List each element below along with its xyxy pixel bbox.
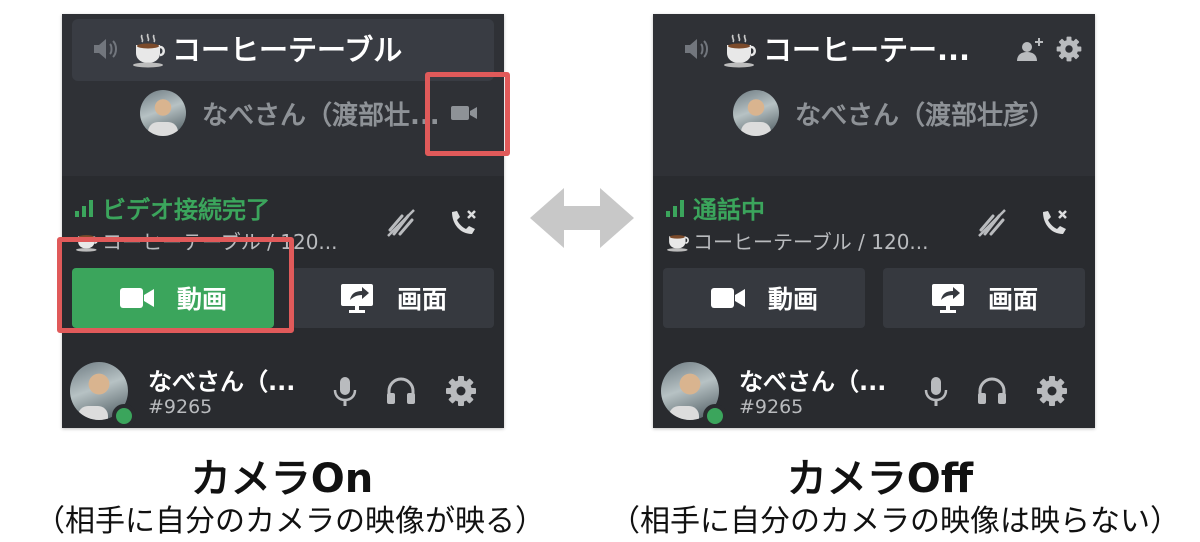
online-status-indicator bbox=[112, 404, 136, 428]
microphone-icon[interactable] bbox=[328, 374, 362, 408]
voice-status-text: ビデオ接続完了 bbox=[102, 196, 270, 224]
member-name: なべさん（渡部壮... bbox=[202, 100, 440, 131]
user-panel: なべさん（... #9265 bbox=[653, 344, 1095, 428]
double-arrow-icon bbox=[530, 188, 634, 248]
headphones-icon[interactable] bbox=[384, 374, 418, 408]
voice-status-text: 通話中 bbox=[693, 196, 765, 224]
user-tag: #9265 bbox=[148, 396, 213, 418]
channel-member[interactable]: なべさん（渡部壮... bbox=[140, 89, 477, 137]
coffee-icon bbox=[724, 33, 756, 68]
gear-icon[interactable] bbox=[1035, 374, 1069, 408]
video-button-label: 動画 bbox=[767, 285, 818, 314]
voice-status: ビデオ接続完了 bbox=[74, 190, 270, 225]
voice-channel-text: コーヒーテーブル / 120... bbox=[693, 230, 929, 254]
voice-status: 通話中 bbox=[665, 190, 765, 225]
channel-area: コーヒーテー... なべさん（渡部壮彦） bbox=[653, 14, 1095, 176]
voice-panel-camera-off: コーヒーテー... なべさん（渡部壮彦） 通話中 コーヒーテーブル / 120.… bbox=[653, 14, 1095, 428]
voice-channel-info[interactable]: コーヒーテーブル / 120... bbox=[665, 226, 929, 255]
caption-camera-off-description: （相手に自分のカメラの映像は映らない） bbox=[610, 504, 1180, 539]
caption-camera-on-description: （相手に自分のカメラの映像が映る） bbox=[35, 504, 545, 539]
user-name: なべさん（... bbox=[739, 368, 887, 396]
user-name: なべさん（... bbox=[148, 368, 296, 396]
voice-connection-area: 通話中 コーヒーテーブル / 120... 動画 画面 bbox=[653, 176, 1095, 344]
screen-share-button[interactable]: 画面 bbox=[292, 268, 494, 328]
video-button[interactable]: 動画 bbox=[663, 268, 865, 328]
channel-name: コーヒーテーブル bbox=[172, 33, 403, 67]
screen-share-button[interactable]: 画面 bbox=[883, 268, 1085, 328]
coffee-icon bbox=[667, 234, 689, 252]
channel-name: コーヒーテー... bbox=[763, 33, 971, 67]
online-status-indicator bbox=[703, 404, 727, 428]
avatar bbox=[733, 90, 779, 136]
add-user-icon[interactable] bbox=[1015, 35, 1045, 65]
coffee-icon bbox=[133, 33, 165, 68]
screen-button-label: 画面 bbox=[987, 285, 1038, 314]
avatar bbox=[140, 90, 186, 136]
noise-suppression-icon[interactable] bbox=[384, 206, 418, 240]
microphone-icon[interactable] bbox=[919, 374, 953, 408]
screen-share-icon bbox=[931, 284, 964, 313]
camera-icon bbox=[710, 288, 745, 308]
channel-member[interactable]: なべさん（渡部壮彦） bbox=[733, 89, 1055, 137]
voice-channel-row[interactable]: コーヒーテー... bbox=[663, 19, 1085, 81]
gear-icon[interactable] bbox=[1055, 35, 1083, 63]
disconnect-call-icon[interactable] bbox=[1037, 206, 1071, 240]
signal-bars-icon bbox=[666, 199, 684, 217]
member-name: なべさん（渡部壮彦） bbox=[795, 100, 1056, 131]
user-panel: なべさん（... #9265 bbox=[62, 344, 504, 428]
user-tag: #9265 bbox=[739, 396, 804, 418]
screen-button-label: 画面 bbox=[396, 285, 447, 314]
disconnect-call-icon[interactable] bbox=[446, 206, 480, 240]
signal-bars-icon bbox=[75, 199, 93, 217]
speaker-icon bbox=[685, 39, 708, 59]
highlight-box-camera-indicator bbox=[425, 72, 510, 156]
headphones-icon[interactable] bbox=[975, 374, 1009, 408]
highlight-box-video-button bbox=[57, 237, 294, 333]
screen-share-icon bbox=[340, 284, 373, 313]
noise-suppression-icon[interactable] bbox=[975, 206, 1009, 240]
gear-icon[interactable] bbox=[444, 374, 478, 408]
speaker-icon bbox=[94, 39, 117, 59]
